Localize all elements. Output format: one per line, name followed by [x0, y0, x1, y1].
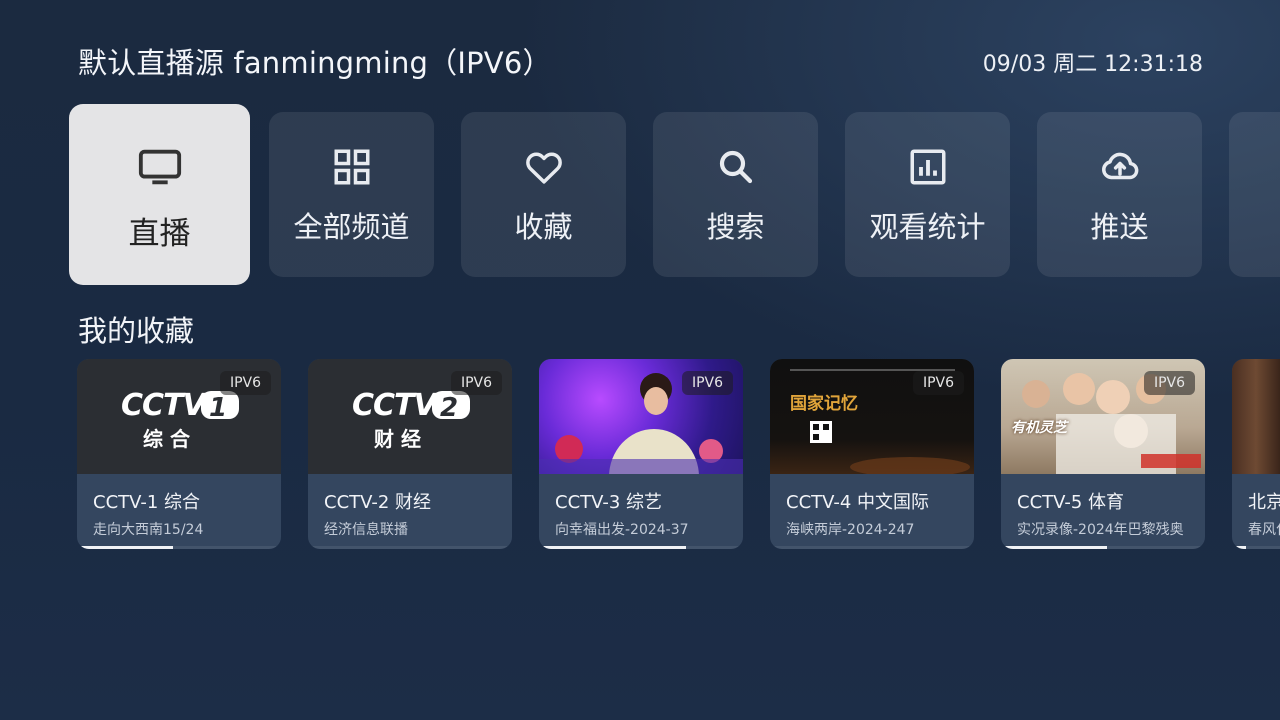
favorite-card-cctv3[interactable]: IPV6 CCTV-3 综艺 向幸福出发-2024-37: [539, 359, 743, 549]
svg-text:CCTV: CCTV: [121, 388, 208, 423]
progress-bar: [539, 546, 743, 549]
progress-bar: [1232, 546, 1280, 549]
favorites-title: 我的收藏: [78, 314, 195, 348]
channel-name: CCTV-4 中文国际: [786, 492, 930, 513]
menu-stats[interactable]: 观看统计: [845, 112, 1010, 277]
thumbnail-caption: 有机灵芝: [1011, 420, 1067, 436]
progress-bar: [1001, 546, 1205, 549]
ipv6-badge: IPV6: [681, 371, 733, 395]
search-icon: [715, 146, 757, 188]
tv-icon: [137, 144, 183, 190]
menu-search-label: 搜索: [706, 210, 765, 244]
ipv6-badge: IPV6: [219, 371, 271, 395]
program-title: 向幸福出发-2024-37: [555, 522, 689, 538]
program-title: 春风化: [1248, 522, 1280, 538]
favorite-card-beijing[interactable]: 北京 春风化: [1232, 359, 1280, 549]
svg-text:CCTV: CCTV: [352, 388, 439, 423]
favorite-card-cctv2[interactable]: CCTV 2 财 经 IPV6 CCTV-2 财经 经济信息联播: [308, 359, 512, 549]
channel-name: 北京: [1248, 492, 1280, 513]
ipv6-badge: IPV6: [1143, 371, 1195, 395]
favorite-card-cctv5[interactable]: 有机灵芝 IPV6 CCTV-5 体育 实况录像-2024年巴黎残奥: [1001, 359, 1205, 549]
channel-name: CCTV-1 综合: [93, 492, 201, 513]
program-title: 海峡两岸-2024-247: [786, 522, 915, 538]
clock: 09/03 周二 12:31:18: [982, 52, 1203, 77]
menu-all-channels-label: 全部频道: [293, 210, 410, 244]
ipv6-badge: IPV6: [912, 371, 964, 395]
grid-icon: [331, 146, 373, 188]
menu-push-label: 推送: [1090, 210, 1149, 244]
menu-stats-label: 观看统计: [869, 210, 986, 244]
thumbnail-caption: 国家记忆: [790, 394, 858, 414]
menu-favorites-label: 收藏: [514, 210, 573, 244]
bar-chart-icon: [907, 146, 949, 188]
program-title: 经济信息联播: [324, 522, 408, 538]
channel-name: CCTV-2 财经: [324, 492, 432, 513]
program-title: 实况录像-2024年巴黎残奥: [1017, 522, 1184, 538]
menu-favorites[interactable]: 收藏: [461, 112, 626, 277]
channel-thumbnail: [1232, 359, 1280, 474]
progress-bar: [770, 546, 974, 549]
menu-push[interactable]: 推送: [1037, 112, 1202, 277]
menu-live[interactable]: 直播: [69, 104, 250, 285]
menu-live-label: 直播: [128, 216, 191, 252]
logo-caption: 综 合: [143, 427, 191, 451]
favorite-card-cctv4[interactable]: 国家记忆 IPV6 CCTV-4 中文国际 海峡两岸-2024-247: [770, 359, 974, 549]
header-title: 默认直播源 fanmingming（IPV6）: [78, 46, 552, 80]
ipv6-badge: IPV6: [450, 371, 502, 395]
logo-number: 1: [209, 393, 227, 423]
menu-more-partial[interactable]: [1229, 112, 1280, 277]
logo-number: 2: [440, 393, 458, 423]
program-title: 走向大西南15/24: [93, 522, 204, 538]
cloud-upload-icon: [1099, 146, 1141, 188]
progress-bar: [77, 546, 281, 549]
favorite-card-cctv1[interactable]: CCTV 1 综 合 IPV6 CCTV-1 综合 走向大西南15/24: [77, 359, 281, 549]
channel-name: CCTV-3 综艺: [555, 492, 663, 513]
heart-icon: [523, 146, 565, 188]
channel-name: CCTV-5 体育: [1017, 492, 1125, 513]
menu-search[interactable]: 搜索: [653, 112, 818, 277]
progress-bar: [308, 546, 512, 549]
menu-all-channels[interactable]: 全部频道: [269, 112, 434, 277]
logo-caption: 财 经: [374, 427, 421, 451]
